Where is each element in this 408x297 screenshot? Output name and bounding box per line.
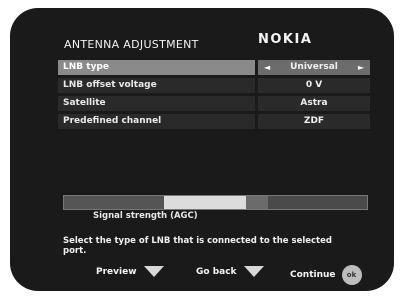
menu-row-value: 0 V [258,78,370,93]
continue-label: Continue [290,270,336,280]
go-back-label: Go back [196,266,237,277]
menu-row-value: Astra [258,96,370,111]
menu-row-value-selector[interactable]: ◄ Universal ► [258,60,370,75]
down-triangle-icon [243,266,264,277]
menu-row-label: Predefined channel [58,114,255,129]
preview-button[interactable]: Preview [96,265,165,278]
go-back-button[interactable]: Go back [196,265,265,278]
signal-bar-marker [246,196,268,209]
menu-row-satellite[interactable]: Satellite Astra [58,96,370,111]
menu-row-predefined-channel[interactable]: Predefined channel ZDF [58,114,370,129]
ok-icon: ok [341,265,362,285]
down-triangle-icon [143,266,164,277]
page-title: ANTENNA ADJUSTMENT [64,38,199,51]
footer-bar: Preview Go back Continue ok [0,265,408,285]
signal-strength-bar [63,195,368,210]
left-arrow-icon[interactable]: ◄ [264,60,270,75]
menu-row-lnb-type[interactable]: LNB type ◄ Universal ► [58,60,370,75]
brand-logo: NOKIA [258,32,313,47]
signal-bar-empty [64,196,164,209]
signal-strength-label: Signal strength (AGC) [93,211,198,221]
menu-row-label: LNB offset voltage [58,78,255,93]
continue-button[interactable]: Continue ok [290,265,362,285]
signal-bar-fill [164,196,246,209]
menu-row-lnb-offset-voltage[interactable]: LNB offset voltage 0 V [58,78,370,93]
menu-row-label: LNB type [58,60,255,75]
menu-row-value: ZDF [258,114,370,129]
menu-row-value: Universal [290,62,338,72]
help-text: Select the type of LNB that is connected… [63,236,332,256]
preview-label: Preview [96,266,137,277]
menu-row-label: Satellite [58,96,255,111]
settings-menu: LNB type ◄ Universal ► LNB offset voltag… [58,60,370,132]
right-arrow-icon[interactable]: ► [358,60,364,75]
